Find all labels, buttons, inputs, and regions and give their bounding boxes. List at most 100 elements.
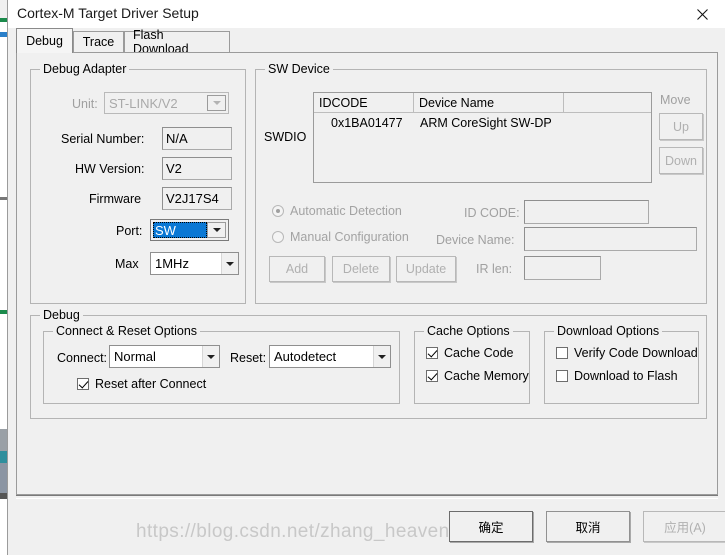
ok-button-label: 确定 — [478, 521, 504, 535]
hw-version-field: V2 — [162, 157, 232, 180]
swdio-label: SWDIO — [264, 130, 307, 144]
checkbox-indicator-icon — [426, 370, 438, 382]
cell-idcode: 0x1BA01477 — [331, 116, 403, 130]
device-table-header-row: IDCODE Device Name — [314, 93, 651, 113]
tab-debug[interactable]: Debug — [16, 28, 73, 53]
update-device-button[interactable]: Update — [396, 256, 456, 282]
target-driver-setup-dialog: Cortex-M Target Driver Setup Debug Trace… — [7, 0, 725, 555]
sw-device-group-label: SW Device — [265, 62, 333, 76]
debug-group: Debug Connect & Reset Options Connect: N… — [30, 308, 707, 419]
debug-group-label: Debug — [40, 308, 83, 322]
chevron-down-icon[interactable] — [221, 253, 238, 274]
max-label: Max — [115, 257, 139, 271]
update-device-button-label: Update — [405, 262, 447, 276]
serial-number-field: N/A — [162, 127, 232, 150]
manual-configuration-label: Manual Configuration — [290, 230, 409, 244]
verify-code-download-checkbox[interactable]: Verify Code Download — [556, 346, 698, 360]
close-icon[interactable] — [680, 0, 725, 28]
cache-options-group: Cache Options Cache Code Cache Memory — [414, 324, 530, 404]
reset-after-connect-checkbox[interactable]: Reset after Connect — [77, 377, 206, 391]
checkbox-indicator-icon — [556, 347, 568, 359]
cache-code-checkbox[interactable]: Cache Code — [426, 346, 514, 360]
connect-combo[interactable]: Normal — [109, 345, 220, 368]
column-header-blank[interactable] — [564, 93, 651, 113]
download-to-flash-label: Download to Flash — [574, 369, 678, 383]
port-combo-value: SW — [153, 222, 207, 238]
tab-trace-label: Trace — [82, 35, 115, 49]
reset-label: Reset: — [230, 351, 267, 365]
sw-device-group: SW Device SWDIO IDCODE Device Name 0x1BA… — [255, 62, 707, 304]
chevron-down-icon[interactable] — [373, 346, 390, 367]
delete-device-button-label: Delete — [342, 262, 380, 276]
radio-indicator-icon — [272, 205, 284, 217]
cell-blank — [564, 113, 651, 133]
delete-device-button[interactable]: Delete — [332, 256, 390, 282]
download-options-group-label: Download Options — [554, 324, 663, 338]
tab-flash-download[interactable]: Flash Download — [124, 28, 230, 56]
chevron-down-icon[interactable] — [207, 222, 226, 238]
automatic-detection-radio[interactable]: Automatic Detection — [272, 204, 402, 218]
cache-options-group-label: Cache Options — [424, 324, 513, 338]
connect-reset-options-group: Connect & Reset Options Connect: Normal … — [43, 324, 400, 404]
firmware-label: Firmware — [89, 192, 142, 206]
max-clock-combo[interactable]: 1MHz — [150, 252, 239, 275]
firmware-field: V2J17S4 — [162, 187, 232, 210]
device-name-field[interactable] — [524, 227, 697, 251]
port-combo[interactable]: SW — [150, 219, 229, 241]
move-up-button[interactable]: Up — [659, 113, 703, 140]
manual-configuration-radio[interactable]: Manual Configuration — [272, 230, 409, 244]
cache-memory-label: Cache Memory — [444, 369, 529, 383]
connect-combo-value: Normal — [114, 349, 156, 364]
device-name-label: Device Name: — [436, 233, 515, 247]
move-label: Move — [660, 93, 691, 107]
add-device-button-label: Add — [285, 262, 309, 276]
radio-indicator-icon — [272, 231, 284, 243]
cache-memory-checkbox[interactable]: Cache Memory — [426, 369, 529, 383]
move-up-button-label: Up — [673, 119, 689, 134]
cache-code-label: Cache Code — [444, 346, 514, 360]
download-to-flash-checkbox[interactable]: Download to Flash — [556, 369, 678, 383]
ir-len-field[interactable] — [524, 256, 601, 280]
table-row[interactable]: 0x1BA01477 ARM CoreSight SW-DP — [314, 113, 651, 133]
checkbox-indicator-icon — [77, 378, 89, 390]
cell-device-name: ARM CoreSight SW-DP — [420, 116, 552, 130]
checkbox-indicator-icon — [556, 370, 568, 382]
ir-len-label: IR len: — [476, 262, 513, 276]
footer-bar: 确定 取消 应用(A) — [16, 499, 725, 555]
checkbox-indicator-icon — [426, 347, 438, 359]
debug-adapter-group-label: Debug Adapter — [40, 62, 130, 76]
reset-combo-value: Autodetect — [274, 349, 337, 364]
add-device-button[interactable]: Add — [269, 256, 325, 282]
column-header-device-name[interactable]: Device Name — [414, 93, 564, 113]
hw-version-label: HW Version: — [75, 162, 145, 176]
automatic-detection-label: Automatic Detection — [290, 204, 402, 218]
device-table[interactable]: IDCODE Device Name 0x1BA01477 ARM CoreSi… — [313, 92, 652, 183]
tab-debug-label: Debug — [26, 34, 63, 48]
column-header-idcode[interactable]: IDCODE — [314, 93, 414, 113]
title-bar: Cortex-M Target Driver Setup — [8, 0, 725, 28]
debug-adapter-group: Debug Adapter Unit: ST-LINK/V2 Serial Nu… — [30, 62, 246, 304]
cancel-button-label: 取消 — [575, 521, 601, 535]
connect-label: Connect: — [57, 351, 108, 365]
reset-combo[interactable]: Autodetect — [269, 345, 391, 368]
unit-label: Unit: — [72, 97, 98, 111]
max-clock-value: 1MHz — [155, 256, 189, 271]
id-code-field[interactable] — [524, 200, 649, 224]
tab-trace[interactable]: Trace — [73, 31, 124, 52]
move-down-button[interactable]: Down — [659, 147, 703, 174]
unit-combo[interactable]: ST-LINK/V2 — [104, 92, 229, 114]
port-label: Port: — [116, 224, 143, 238]
cancel-button[interactable]: 取消 — [546, 511, 630, 542]
move-down-button-label: Down — [665, 153, 697, 168]
ok-button[interactable]: 确定 — [449, 511, 533, 542]
connect-reset-options-group-label: Connect & Reset Options — [53, 324, 201, 338]
id-code-label: ID CODE: — [464, 206, 520, 220]
reset-after-connect-label: Reset after Connect — [95, 377, 207, 391]
chevron-down-icon[interactable] — [202, 346, 219, 367]
verify-code-download-label: Verify Code Download — [574, 346, 698, 360]
download-options-group: Download Options Verify Code Download Do… — [544, 324, 699, 404]
chevron-down-icon — [207, 95, 226, 111]
unit-combo-value: ST-LINK/V2 — [109, 95, 178, 111]
tab-strip: Debug Trace Flash Download — [16, 28, 718, 56]
apply-button[interactable]: 应用(A) — [643, 511, 725, 542]
